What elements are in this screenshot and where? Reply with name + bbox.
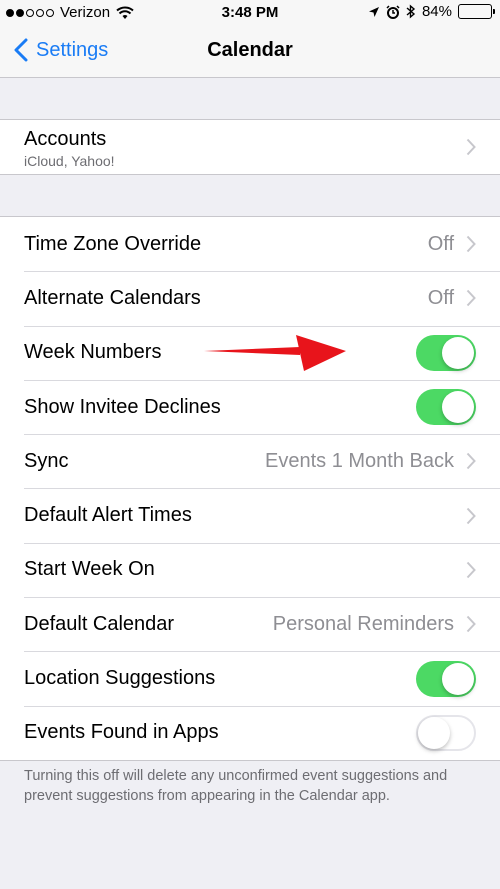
accounts-title: Accounts <box>24 128 107 150</box>
week-numbers-toggle[interactable] <box>416 334 476 371</box>
setting-row-default-alert-times[interactable]: Default Alert Times <box>0 488 500 542</box>
battery-percent: 84% <box>421 3 452 20</box>
annotation-arrow-icon <box>204 335 346 371</box>
setting-row-start-week-on[interactable]: Start Week On <box>0 542 500 597</box>
footer-note: Turning this off will delete any unconfi… <box>24 768 448 804</box>
chevron-right-icon <box>466 290 476 307</box>
chevron-right-icon <box>466 507 476 524</box>
chevron-right-icon <box>466 235 476 253</box>
status-right: 84% <box>368 3 495 20</box>
setting-value: Personal Reminders <box>272 612 454 635</box>
alarm-icon <box>386 4 400 19</box>
setting-row-alternate-calendars[interactable]: Alternate Calendars Off <box>0 271 500 325</box>
setting-value: Events 1 Month Back <box>265 449 454 472</box>
page-title: Calendar <box>207 39 293 61</box>
navigation-bar: Settings Calendar <box>0 26 500 78</box>
chevron-right-icon <box>466 561 476 579</box>
setting-row-location-suggestions: Location Suggestions <box>0 651 500 705</box>
setting-label: Default Alert Times <box>24 504 192 527</box>
bluetooth-icon <box>406 4 416 19</box>
location-icon <box>368 6 379 17</box>
accounts-row[interactable]: Accounts iCloud, Yahoo! <box>0 120 500 174</box>
chevron-right-icon <box>466 453 476 470</box>
setting-row-default-calendar[interactable]: Default Calendar Personal Reminders <box>0 597 500 651</box>
chevron-right-icon <box>466 138 476 156</box>
setting-row-show-invitee-declines: Show Invitee Declines <box>0 379 500 434</box>
setting-value: Off <box>427 286 454 309</box>
status-bar: Verizon 3:48 PM 84% <box>0 0 500 26</box>
setting-label: Default Calendar <box>24 612 175 635</box>
accounts-subtitle: iCloud, Yahoo! <box>24 153 115 169</box>
setting-row-time-zone-override[interactable]: Time Zone Override Off <box>0 217 500 271</box>
setting-label: Start Week On <box>24 558 155 581</box>
setting-label: Time Zone Override <box>24 232 202 255</box>
setting-row-sync[interactable]: Sync Events 1 Month Back <box>0 434 500 488</box>
location-suggestions-toggle[interactable] <box>416 660 476 697</box>
setting-row-events-found-in-apps: Events Found in Apps <box>0 705 500 760</box>
events-found-in-apps-toggle[interactable] <box>416 714 476 751</box>
show-invitee-declines-toggle[interactable] <box>416 389 476 426</box>
setting-label: Alternate Calendars <box>24 286 201 309</box>
setting-label: Events Found in Apps <box>24 721 219 744</box>
accounts-chevron <box>466 120 476 174</box>
setting-label: Sync <box>24 449 69 472</box>
settings-group: Time Zone Override Off Alternate Calenda… <box>0 216 500 761</box>
battery-icon <box>458 4 495 19</box>
chevron-right-icon <box>466 616 476 633</box>
accounts-group: Accounts iCloud, Yahoo! <box>0 119 500 175</box>
setting-value: Off <box>427 232 454 255</box>
setting-label: Week Numbers <box>24 341 162 364</box>
setting-label: Show Invitee Declines <box>24 395 221 418</box>
setting-label: Location Suggestions <box>24 667 216 690</box>
